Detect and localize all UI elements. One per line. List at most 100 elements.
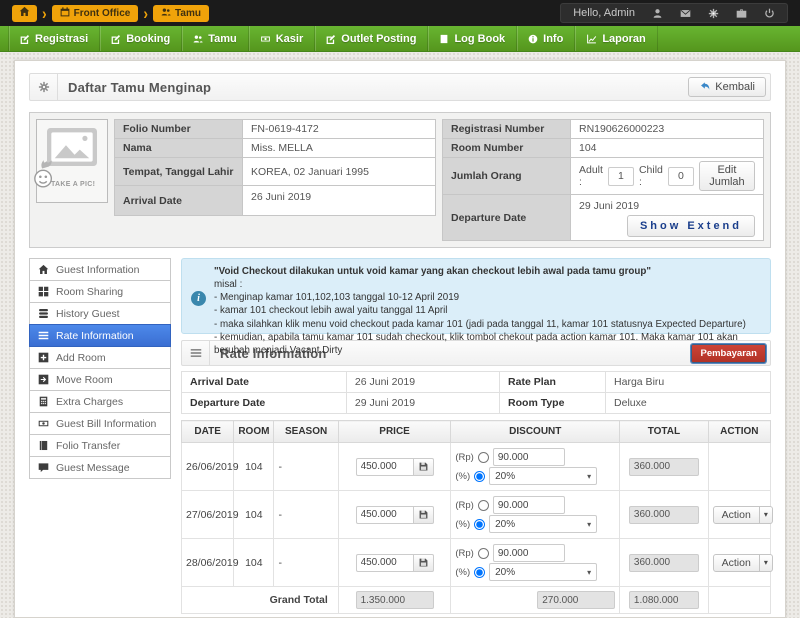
top-bar: › Front Office › Tamu Hello, Admin [0, 0, 800, 26]
table-row: Jumlah Orang Adult : Child : Edit Jumlah [443, 158, 764, 195]
notice-line: - maka silahkan klik menu void checkout … [214, 318, 760, 331]
season-cell: - [274, 443, 338, 491]
chevron-down-icon: ▾ [587, 472, 591, 481]
nav-tamu[interactable]: Tamu [182, 26, 249, 51]
table-row: Tempat, Tanggal LahirKOREA, 02 Januari 1… [115, 158, 436, 186]
arrival-date-value: 26 Juni 2019 [243, 186, 436, 216]
room-cell: 104 [234, 539, 274, 587]
table-row: Arrival Date 26 Juni 2019 Rate Plan Harg… [182, 372, 771, 393]
discount-percent-select[interactable]: 20%▾ [489, 563, 597, 581]
take-a-pic-mascot-icon [33, 159, 55, 194]
discount-percent-select[interactable]: 20%▾ [489, 467, 597, 485]
notice-line: - kamar 101 checkout lebih awal yaitu ta… [214, 304, 760, 317]
discount-percent-radio[interactable] [474, 567, 485, 578]
breadcrumb-label: Front Office [74, 8, 131, 19]
room-number-value: 104 [571, 139, 764, 158]
home-button[interactable] [12, 5, 37, 22]
sidebar-item-move-room[interactable]: Move Room [29, 368, 171, 391]
edit-jumlah-button[interactable]: Edit Jumlah [699, 161, 755, 191]
discount-rp-input[interactable] [493, 544, 565, 562]
nav-laporan[interactable]: Laporan [575, 26, 657, 51]
discount-rp-input[interactable] [493, 448, 565, 466]
field-label: Arrival Date [115, 186, 243, 216]
guest-photo-placeholder[interactable]: TAKE A PIC! [36, 119, 108, 203]
action-button[interactable]: Action [713, 506, 760, 524]
grand-discount-input [537, 591, 615, 609]
discount-percent-select[interactable]: 20%▾ [489, 515, 597, 533]
sidebar-item-room-sharing[interactable]: Room Sharing [29, 280, 171, 303]
chevron-down-icon: ▾ [587, 520, 591, 529]
discount-rp-radio[interactable] [478, 548, 489, 559]
info-icon: i [191, 291, 206, 306]
update-price-icon[interactable] [414, 458, 434, 476]
action-cell [708, 443, 770, 491]
season-cell: - [274, 491, 338, 539]
nav-outlet-posting[interactable]: Outlet Posting [315, 26, 428, 51]
table-row: Departure Date 29 Juni 2019 Room Type De… [182, 393, 771, 414]
gear-icon[interactable] [708, 8, 719, 19]
sidebar-item-guest-message[interactable]: Guest Message [29, 456, 171, 479]
breadcrumb-separator: › [42, 5, 47, 22]
folio-number-value: FN-0619-4172 [243, 120, 436, 139]
nav-info[interactable]: Info [517, 26, 575, 51]
date-cell: 28/06/2019 [182, 539, 234, 587]
chevron-down-icon: ▾ [587, 568, 591, 577]
action-caret-button[interactable]: ▾ [760, 506, 773, 524]
price-input[interactable] [356, 506, 414, 524]
notice-line: - kemudian, apabila tamu kamar 101 sudah… [214, 331, 760, 357]
sidebar-item-guest-bill-information[interactable]: Guest Bill Information [29, 412, 171, 435]
user-icon[interactable] [652, 8, 663, 19]
departure-date-value: 29 Juni 2019 [346, 393, 499, 414]
percent-label: (%) [455, 567, 470, 578]
field-label: Nama [115, 139, 243, 158]
grand-total-label: Grand Total [182, 587, 339, 614]
guest-info-table-left: Folio NumberFN-0619-4172 NamaMiss. MELLA… [114, 119, 436, 216]
discount-rp-radio[interactable] [478, 452, 489, 463]
nav-log-book[interactable]: Log Book [428, 26, 517, 51]
discount-percent-radio[interactable] [474, 519, 485, 530]
discount-rp-radio[interactable] [478, 500, 489, 511]
table-row: Departure Date 29 Juni 2019 Show Extend [443, 195, 764, 241]
rate-plan-value: Harga Biru [606, 372, 771, 393]
action-caret-button[interactable]: ▾ [760, 554, 773, 572]
table-header-row: DATE ROOM SEASON PRICE DISCOUNT TOTAL AC… [182, 421, 771, 443]
total-input [629, 506, 699, 524]
adult-count-input[interactable] [608, 167, 634, 186]
arrival-date-value: 26 Juni 2019 [346, 372, 499, 393]
briefcase-icon[interactable] [736, 8, 747, 19]
discount-rp-input[interactable] [493, 496, 565, 514]
back-button[interactable]: Kembali [688, 77, 766, 97]
notice-line: misal : [214, 278, 760, 291]
breadcrumb-front-office[interactable]: Front Office [52, 5, 139, 22]
child-count-input[interactable] [668, 167, 694, 186]
nav-kasir[interactable]: Kasir [249, 26, 316, 51]
season-cell: - [274, 539, 338, 587]
update-price-icon[interactable] [414, 506, 434, 524]
sidebar-item-history-guest[interactable]: History Guest [29, 302, 171, 325]
discount-percent-radio[interactable] [474, 471, 485, 482]
field-label: Jumlah Orang [443, 158, 571, 195]
user-toolbar: Hello, Admin [560, 3, 788, 23]
greeting-text: Hello, Admin [573, 7, 635, 19]
show-extend-button[interactable]: Show Extend [627, 215, 755, 237]
sidebar-item-add-room[interactable]: Add Room [29, 346, 171, 369]
power-icon[interactable] [764, 8, 775, 19]
price-input[interactable] [356, 458, 414, 476]
sidebar-item-extra-charges[interactable]: Extra Charges [29, 390, 171, 413]
notice-line: - Menginap kamar 101,102,103 tanggal 10-… [214, 291, 760, 304]
sidebar-item-folio-transfer[interactable]: Folio Transfer [29, 434, 171, 457]
rate-row-1: 26/06/2019 104 - (Rp) (%)20%▾ [182, 443, 771, 491]
action-button[interactable]: Action [713, 554, 760, 572]
nav-registrasi[interactable]: Registrasi [8, 26, 100, 51]
sidebar-item-rate-information[interactable]: Rate Information [29, 324, 171, 347]
price-input[interactable] [356, 554, 414, 572]
gear-icon[interactable] [30, 74, 58, 100]
page-header: Daftar Tamu Menginap Kembali [29, 73, 771, 101]
mail-icon[interactable] [680, 8, 691, 19]
update-price-icon[interactable] [414, 554, 434, 572]
home-icon [19, 6, 30, 20]
breadcrumb-tamu[interactable]: Tamu [153, 5, 209, 22]
sidebar-item-guest-information[interactable]: Guest Information [29, 258, 171, 281]
rate-row-2: 27/06/2019 104 - (Rp) (%)20%▾ Action▾ [182, 491, 771, 539]
nav-booking[interactable]: Booking [100, 26, 182, 51]
